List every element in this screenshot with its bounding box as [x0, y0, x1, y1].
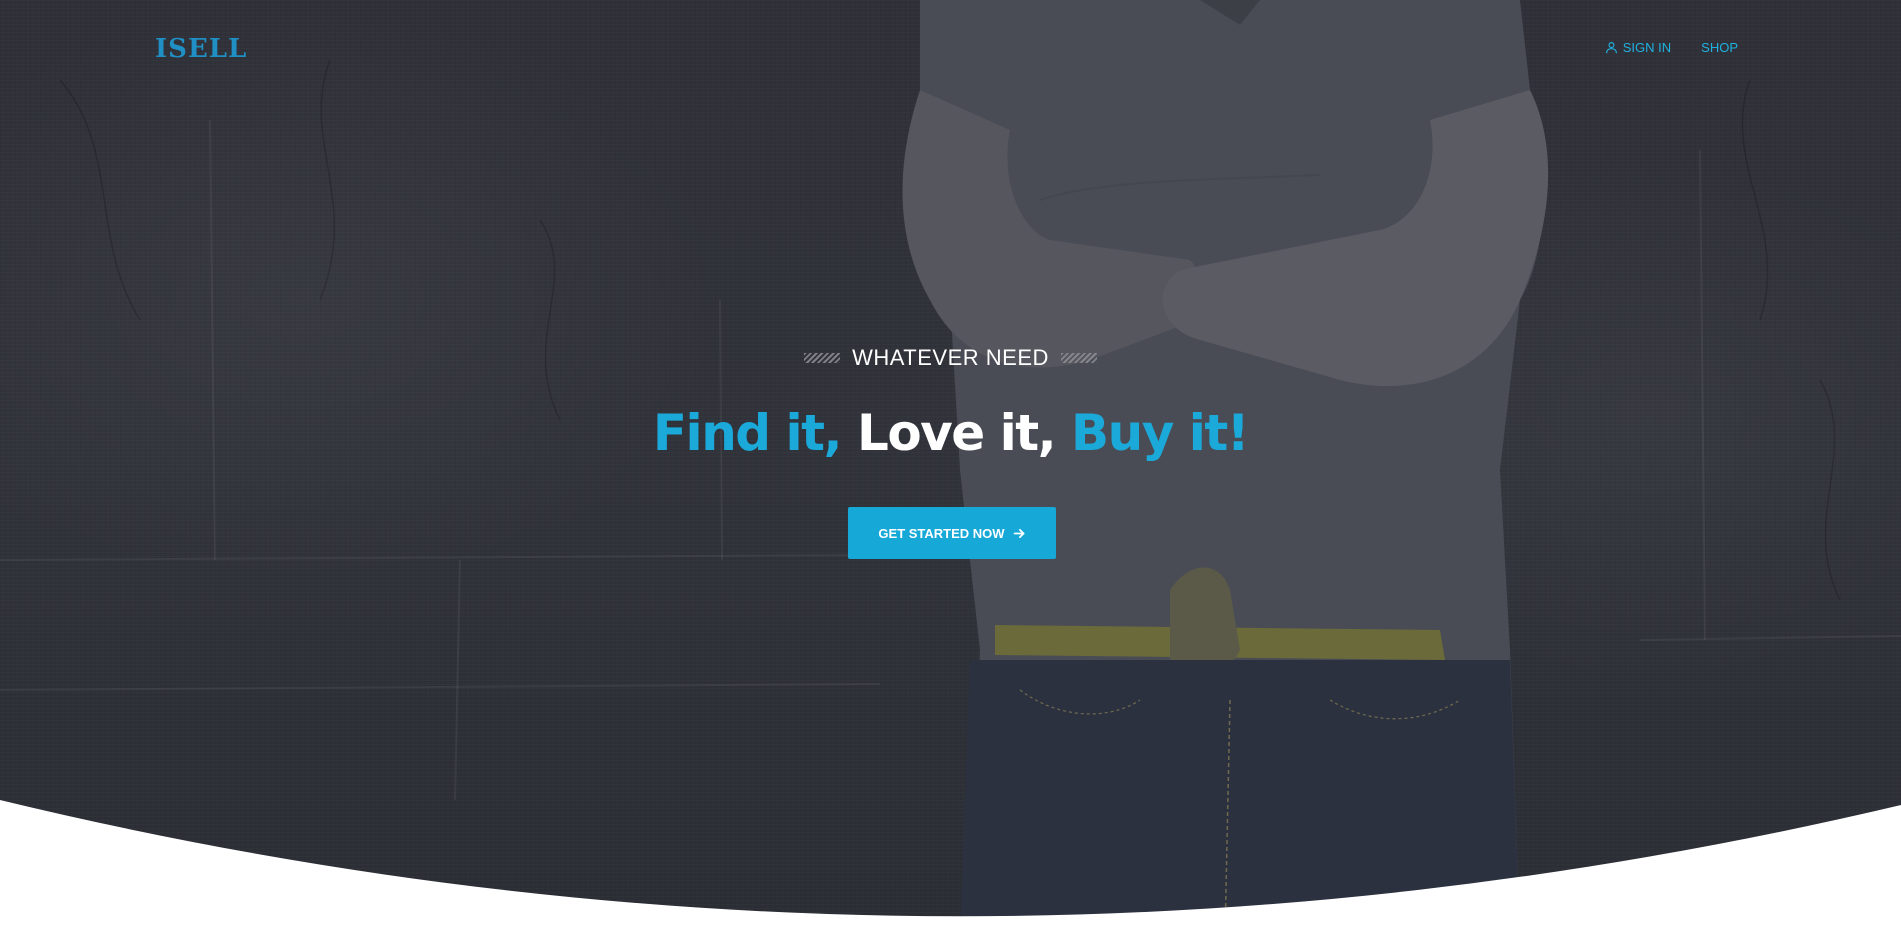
hero-eyebrow: WHATEVER NEED [0, 345, 1901, 371]
site-logo[interactable]: ISELL [155, 34, 247, 64]
nav-sign-in-link[interactable]: SIGN IN [1605, 40, 1671, 55]
hero-section: ISELL SIGN IN SHOP WHATEVER NEED Find it… [0, 0, 1901, 937]
hatch-decoration-left [804, 353, 841, 363]
headline-part-buy: Buy it! [1071, 404, 1250, 462]
nav-shop-label: SHOP [1701, 40, 1738, 55]
top-navigation: SIGN IN SHOP [1605, 40, 1738, 55]
nav-sign-in-label: SIGN IN [1622, 40, 1672, 55]
arrow-right-icon [1013, 528, 1025, 538]
get-started-button[interactable]: GET STARTED NOW [848, 507, 1056, 559]
headline-part-find: Find it, [652, 404, 843, 462]
hero-headline: Find it, Love it, Buy it! [0, 404, 1901, 462]
hatch-decoration-right [1060, 353, 1097, 363]
headline-part-love: Love it, [856, 404, 1057, 462]
model-figure-image [902, 0, 1549, 937]
nav-shop-link[interactable]: SHOP [1701, 40, 1738, 55]
user-icon [1605, 42, 1617, 54]
eyebrow-text: WHATEVER NEED [852, 345, 1049, 370]
get-started-label: GET STARTED NOW [878, 525, 1005, 541]
